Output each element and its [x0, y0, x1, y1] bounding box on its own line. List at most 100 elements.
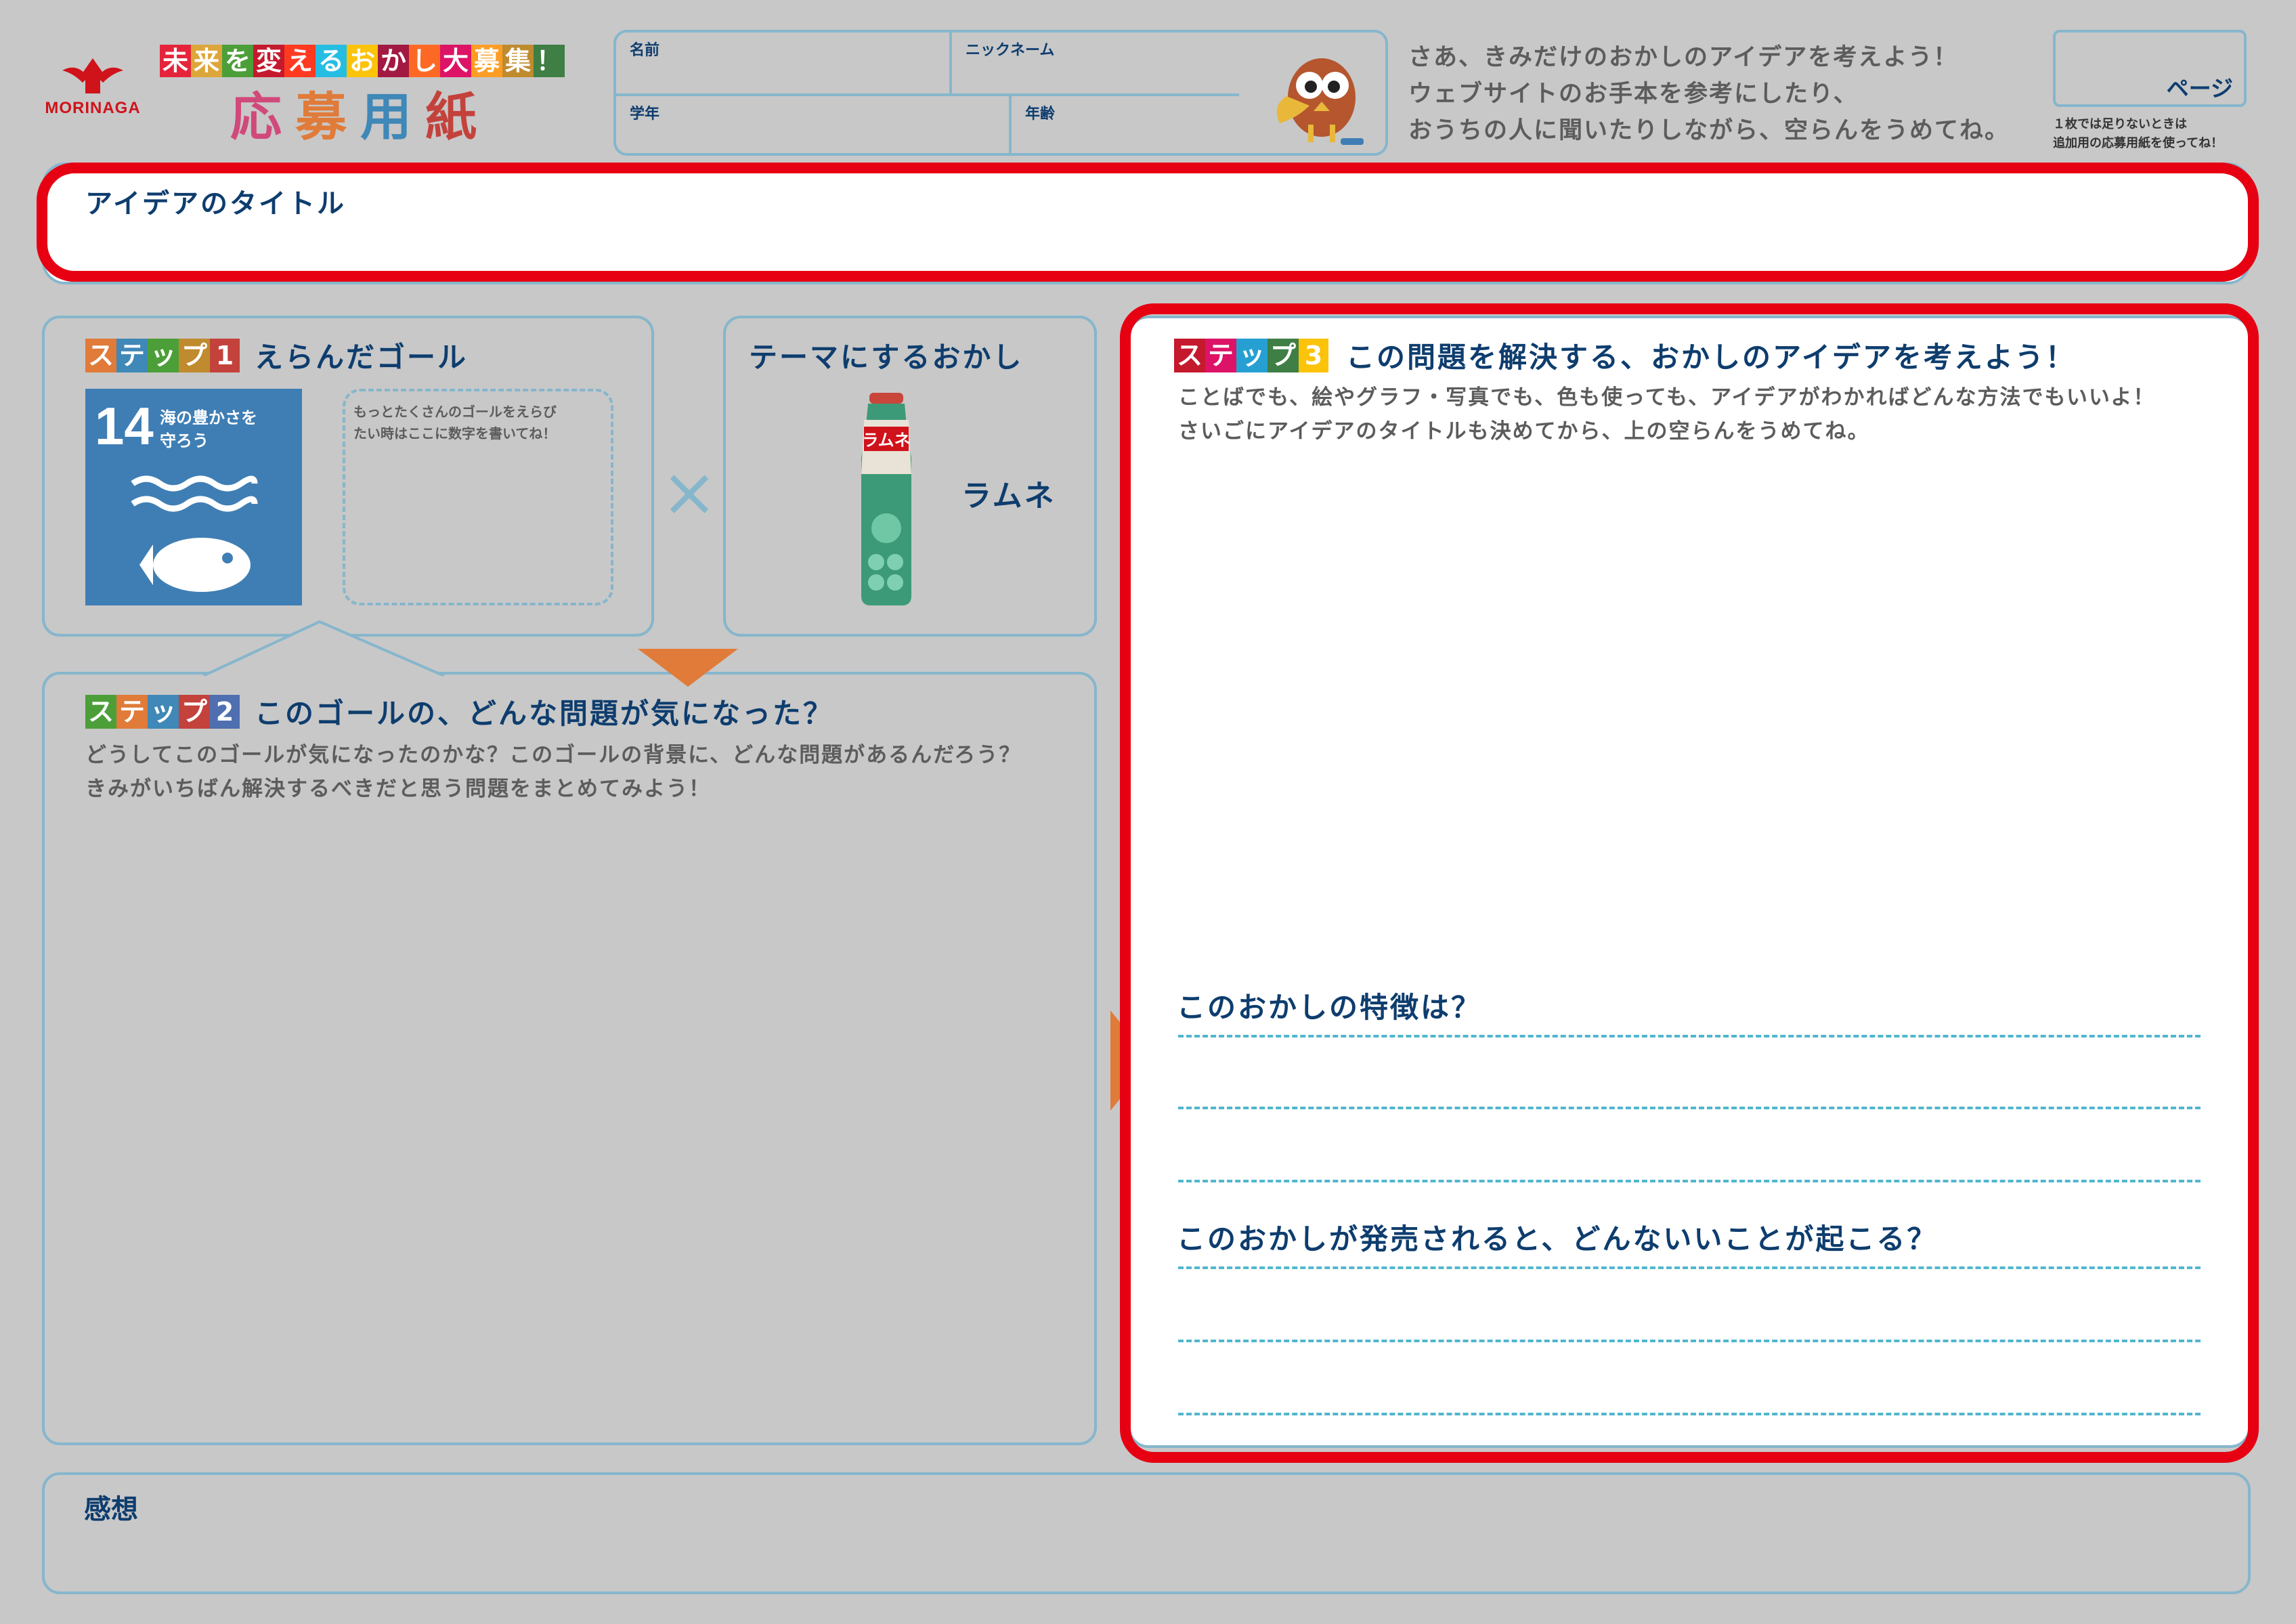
bird-mascot-icon: [1266, 43, 1374, 152]
step-tag-char: ス: [1174, 338, 1205, 372]
name-field[interactable]: 名前: [616, 33, 949, 93]
nickname-label: ニックネーム: [966, 42, 1055, 59]
features-line-1[interactable]: [1178, 1035, 2201, 1038]
campaign-char: 変: [253, 45, 284, 77]
extra-goal-note-2: たい時はここに数字を書いてね！: [353, 425, 557, 442]
extra-goal-field[interactable]: もっとたくさんのゴールをえらび たい時はここに数字を書いてね！: [343, 389, 613, 605]
step-tag-char: プ: [1268, 338, 1299, 372]
impressions-label: 感想: [84, 1494, 138, 1525]
step2-description: どうしてこのゴールが気になったのかな？このゴールの背景に、どんな問題があるんだろ…: [85, 738, 1021, 806]
grade-field[interactable]: 学年: [616, 96, 1009, 156]
step-tag-char: ス: [85, 694, 116, 729]
angel-mark-icon: [62, 58, 123, 93]
page-number-box[interactable]: ページ: [2053, 30, 2247, 107]
step-number: 1: [210, 338, 240, 372]
campaign-char: を: [222, 45, 253, 77]
step-tag-char: テ: [1205, 338, 1236, 372]
campaign-char: か: [378, 45, 409, 77]
sdg-goal-line-2: 守ろう: [160, 431, 209, 450]
page-note-line-1: １枚では足りないときは: [2053, 117, 2187, 131]
campaign-char: 集: [502, 45, 534, 77]
name-label: 名前: [630, 42, 660, 59]
step-tag-char: ッ: [1236, 338, 1268, 372]
theme-product-name: ラムネ: [961, 479, 1056, 513]
morinaga-logo: MORINAGA: [42, 56, 144, 123]
sdg-goal-number: 14: [95, 396, 154, 456]
step-tag-char: テ: [116, 694, 148, 729]
question-features: このおかしの特徴は？: [1177, 991, 1482, 1024]
campaign-char: る: [316, 45, 347, 77]
form-title-char: 用: [360, 87, 412, 147]
step-tag-char: プ: [179, 338, 210, 372]
benefits-line-2[interactable]: [1178, 1340, 2201, 1342]
step3-desc-line-1: ことばでも、絵やグラフ・写真でも、色も使っても、アイデアがわかればどんな方法でも…: [1178, 385, 2156, 410]
step-tag-char: テ: [116, 338, 148, 372]
step2-tag: ステップ2: [85, 694, 240, 729]
step-tag-char: ッ: [148, 694, 179, 729]
form-title-char: 紙: [425, 87, 477, 147]
step2-heading: このゴールの、どんな問題が気になった？: [255, 697, 834, 730]
features-line-2[interactable]: [1178, 1107, 2201, 1109]
step3-desc-line-2: さいごにアイデアのタイトルも決めてから、上の空らんをうめてね。: [1178, 419, 1870, 444]
age-label: 年齢: [1025, 106, 1056, 123]
campaign-char: 来: [191, 45, 222, 77]
form-title-char: 募: [295, 87, 347, 147]
fish-water-icon: [131, 475, 258, 592]
ramune-bottle-image: ラムネ: [861, 393, 911, 605]
campaign-char: ！: [534, 45, 565, 77]
personal-info-box: 名前 ニックネーム 学年 年齢: [613, 30, 1388, 156]
question-benefits: このおかしが発売されると、どんないいことが起こる？: [1177, 1222, 1938, 1256]
step3-tag: ステップ3: [1174, 338, 1328, 372]
step1-heading: えらんだゴール: [255, 341, 469, 374]
campaign-char: 未: [160, 45, 191, 77]
step1-connector: [203, 620, 447, 679]
step3-heading-row: ステップ3 この問題を解決する、おかしのアイデアを考えよう！: [1174, 335, 2076, 376]
idea-title-highlight: [37, 163, 2259, 282]
instruction-line-1: さあ、きみだけのおかしのアイデアを考えよう！: [1408, 44, 1959, 71]
step3-answer-area[interactable]: [1165, 461, 2221, 968]
step-tag-char: プ: [179, 694, 210, 729]
campaign-char: お: [347, 45, 378, 77]
page-label: ページ: [2166, 75, 2233, 102]
form-title: 応募用紙: [230, 87, 477, 148]
step3-heading: この問題を解決する、おかしのアイデアを考えよう！: [1346, 341, 2076, 374]
step2-desc-line-1: どうしてこのゴールが気になったのかな？このゴールの背景に、どんな問題があるんだろ…: [85, 743, 1022, 767]
campaign-char: 大: [440, 45, 471, 77]
campaign-char: し: [409, 45, 440, 77]
step2-heading-row: ステップ2 このゴールの、どんな問題が気になった？: [85, 691, 833, 732]
extra-goal-note-1: もっとたくさんのゴールをえらび: [353, 404, 557, 420]
step-number: 3: [1299, 338, 1328, 372]
form-title-char: 応: [230, 87, 282, 147]
svg-text:ラムネ: ラムネ: [862, 431, 910, 450]
step2-answer-area[interactable]: [61, 813, 1077, 1422]
down-arrow-icon: [638, 649, 738, 687]
grade-label: 学年: [630, 106, 660, 123]
theme-heading: テーマにするおかし: [749, 341, 1024, 374]
benefits-line-3[interactable]: [1178, 1413, 2201, 1415]
nickname-field[interactable]: ニックネーム: [952, 33, 1239, 93]
step1-tag: ステップ1: [85, 338, 240, 372]
step-number: 2: [210, 694, 240, 729]
step1-heading-row: ステップ1 えらんだゴール: [85, 335, 468, 376]
sdg-goal-tile: 14 海の豊かさを 守ろう: [85, 389, 302, 605]
logo-text: MORINAGA: [45, 99, 141, 117]
features-line-3[interactable]: [1178, 1180, 2201, 1182]
instruction-line-3: おうちの人に聞いたりしながら、空らんをうめてね。: [1408, 117, 2010, 144]
campaign-char: え: [284, 45, 316, 77]
step-tag-char: ス: [85, 338, 116, 372]
benefits-line-1[interactable]: [1178, 1266, 2201, 1269]
impressions-field[interactable]: [42, 1472, 2251, 1594]
sdg-goal-text: 海の豊かさを 守ろう: [160, 406, 257, 452]
instruction-line-2: ウェブサイトのお手本を参考にしたり、: [1408, 81, 1859, 108]
header-instructions: さあ、きみだけのおかしのアイデアを考えよう！ ウェブサイトのお手本を参考にしたり…: [1408, 39, 2058, 149]
campaign-banner: 未来を変えるおかし大募集！: [160, 45, 565, 80]
step-tag-char: ッ: [148, 338, 179, 372]
idea-title-label: アイデアのタイトル: [85, 188, 346, 219]
sdg-goal-line-1: 海の豊かさを: [160, 408, 257, 427]
page-note: １枚では足りないときは 追加用の応募用紙を使ってね！: [2053, 115, 2283, 153]
step3-description: ことばでも、絵やグラフ・写真でも、色も使っても、アイデアがわかればどんな方法でも…: [1178, 381, 2155, 448]
times-symbol: ×: [661, 452, 718, 532]
page-note-line-2: 追加用の応募用紙を使ってね！: [2053, 136, 2224, 150]
campaign-char: 募: [471, 45, 502, 77]
age-field[interactable]: 年齢: [1012, 96, 1239, 156]
